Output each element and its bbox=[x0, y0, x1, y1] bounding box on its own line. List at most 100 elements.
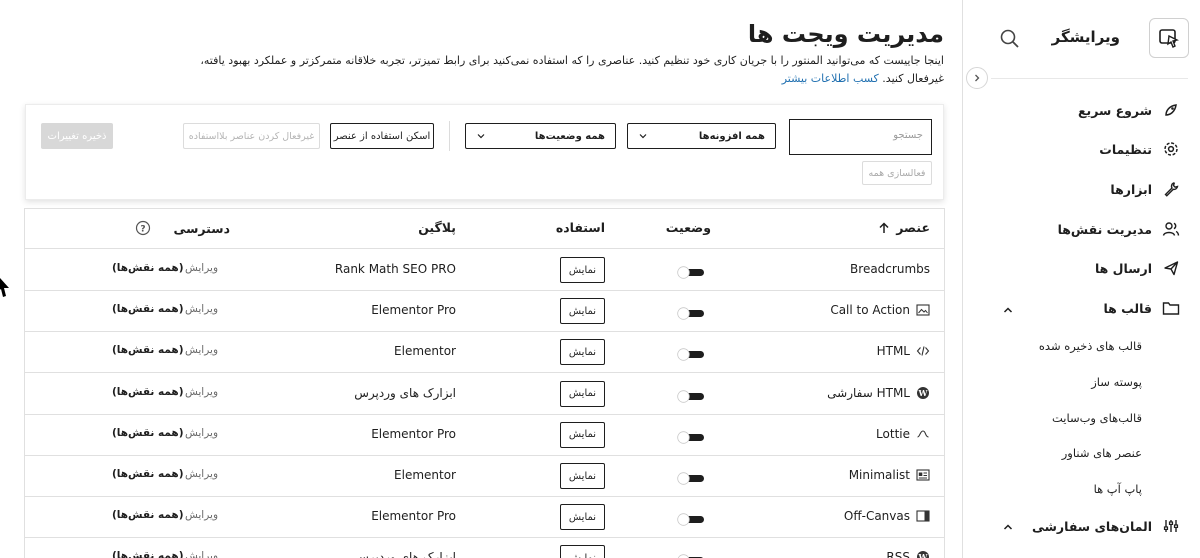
sidebar-subitem-popups[interactable]: پاپ آپ ها bbox=[1094, 482, 1142, 496]
table-row: HTML نمایش Elementor ویرایش (همه نقش‌ها) bbox=[25, 332, 944, 374]
sidebar-item-settings[interactable]: تنظیمات bbox=[1099, 137, 1180, 161]
sidebar-item-custom-elements[interactable]: المان‌های سفارشی bbox=[1032, 514, 1180, 538]
edit-access-link[interactable]: ویرایش bbox=[185, 550, 218, 558]
sidebar-subitem-website-templates[interactable]: قالب‌های وب‌سایت bbox=[1052, 411, 1142, 425]
sidebar-item-templates[interactable]: قالب ها bbox=[1103, 296, 1180, 320]
scan-usage-button[interactable]: اسکن استفاده از عنصر bbox=[330, 123, 434, 149]
sidebar-title: ویرایشگر bbox=[1051, 28, 1120, 46]
bulk-activate-button[interactable]: فعالسازی همه bbox=[862, 161, 932, 185]
element-name: Minimalist bbox=[848, 468, 910, 482]
element-cell: W HTML سفارشی bbox=[827, 386, 930, 400]
table-row: Call to Action نمایش Elementor Pro ویرای… bbox=[25, 291, 944, 333]
element-cell: Off-Canvas bbox=[844, 509, 930, 523]
status-toggle[interactable] bbox=[677, 511, 705, 526]
show-usage-button[interactable]: نمایش bbox=[560, 380, 605, 407]
show-usage-button[interactable]: نمایش bbox=[560, 504, 605, 531]
disable-unused-button[interactable]: غیرفعال کردن عناصر بلااستفاده bbox=[183, 123, 320, 149]
status-toggle[interactable] bbox=[677, 388, 705, 403]
chevron-up-icon[interactable] bbox=[1001, 302, 1015, 316]
plugins-select[interactable]: همه افزونه‌ها bbox=[627, 123, 776, 149]
element-name: Call to Action bbox=[830, 303, 910, 318]
status-toggle[interactable] bbox=[677, 470, 705, 485]
sidebar-subitem-theme-builder[interactable]: پوسته ساز bbox=[1091, 375, 1142, 389]
element-name: Breadcrumbs bbox=[850, 262, 930, 276]
edit-access-link[interactable]: ویرایش bbox=[185, 468, 218, 480]
edit-access-link[interactable]: ویرایش bbox=[185, 427, 218, 439]
folder-icon bbox=[1162, 299, 1180, 317]
element-name: Off-Canvas bbox=[843, 509, 910, 524]
wordpress-icon: W bbox=[916, 386, 930, 400]
status-toggle[interactable] bbox=[677, 429, 705, 444]
sidebar-subitem-floating-elements[interactable]: عنصر های شناور bbox=[1062, 446, 1142, 460]
gear-icon bbox=[1162, 140, 1180, 158]
show-usage-button[interactable]: نمایش bbox=[560, 257, 605, 283]
show-usage-button[interactable]: نمایش bbox=[560, 421, 605, 448]
show-usage-button[interactable]: نمایش bbox=[560, 463, 605, 489]
page-description: اینجا جاییست که می‌توانید المنتور را با … bbox=[184, 52, 944, 88]
code-icon bbox=[916, 344, 930, 358]
access-roles: (همه نقش‌ها) bbox=[112, 550, 184, 558]
search-icon[interactable] bbox=[999, 28, 1021, 50]
access-roles: (همه نقش‌ها) bbox=[112, 468, 184, 480]
mouse-cursor-icon bbox=[0, 278, 10, 300]
status-toggle[interactable] bbox=[677, 346, 705, 362]
access-roles: (همه نقش‌ها) bbox=[112, 385, 184, 398]
plugin-name: Elementor bbox=[394, 344, 456, 359]
table-header: عنصر وضعیت استفاده پلاگین دسترسی ? bbox=[25, 209, 944, 249]
show-usage-button[interactable]: نمایش bbox=[560, 339, 605, 366]
table-row: W RSS نمایش ابزارک های وردپرس ویرایش (همه… bbox=[25, 538, 944, 558]
sidebar-item-label: ابزارها bbox=[1110, 181, 1152, 197]
plugin-name: Elementor Pro bbox=[371, 303, 456, 318]
edit-access-link[interactable]: ویرایش bbox=[185, 509, 218, 521]
sort-arrow-up-icon bbox=[879, 221, 889, 233]
status-toggle[interactable] bbox=[677, 264, 705, 279]
element-cell: Minimalist bbox=[849, 468, 930, 482]
chevron-down-icon bbox=[477, 134, 485, 139]
image-box-icon bbox=[916, 303, 930, 317]
chevron-up-icon[interactable] bbox=[1001, 519, 1015, 533]
learn-more-link[interactable]: کسب اطلاعات بیشتر bbox=[782, 72, 879, 85]
sidebar-divider bbox=[991, 78, 1188, 79]
element-cell: HTML bbox=[877, 344, 930, 358]
wrench-icon bbox=[1162, 180, 1180, 198]
search-input[interactable]: جستجو bbox=[789, 119, 932, 155]
sidebar-item-submissions[interactable]: ارسال ها bbox=[1095, 256, 1180, 280]
sidebar-item-role-manager[interactable]: مدیریت نقش‌ها bbox=[1058, 217, 1180, 241]
element-cell: Call to Action bbox=[830, 303, 930, 317]
sidebar-subitem-saved-templates[interactable]: قالب های ذخیره شده bbox=[1039, 339, 1142, 353]
plugin-name: Elementor Pro bbox=[371, 509, 456, 524]
sidebar-item-label: مدیریت نقش‌ها bbox=[1057, 221, 1152, 237]
plugins-select-value: همه افزونه‌ها bbox=[698, 130, 765, 142]
edit-access-link[interactable]: ویرایش bbox=[185, 344, 218, 356]
sidebar-item-quick-start[interactable]: شروع سریع bbox=[1078, 98, 1180, 122]
column-header-plugin: پلاگین bbox=[418, 220, 456, 235]
sidebar-item-tools[interactable]: ابزارها bbox=[1110, 177, 1180, 201]
send-icon bbox=[1162, 259, 1180, 277]
table-row: Off-Canvas نمایش Elementor Pro ویرایش (ه… bbox=[25, 497, 944, 539]
column-header-element[interactable]: عنصر bbox=[877, 220, 930, 235]
column-label: عنصر bbox=[896, 220, 930, 235]
status-select[interactable]: همه وضعیت‌ها bbox=[465, 123, 616, 149]
edit-access-link[interactable]: ویرایش bbox=[185, 386, 218, 398]
table-row: W HTML سفارشی نمایش ابزارک های وردپرس ویر… bbox=[25, 374, 944, 415]
element-name: HTML سفارشی bbox=[827, 385, 910, 400]
column-header-access: دسترسی ? bbox=[135, 220, 230, 236]
edit-access-link[interactable]: ویرایش bbox=[185, 303, 218, 315]
element-name: RSS bbox=[886, 550, 910, 558]
save-changes-button[interactable]: ذخیره تغییرات bbox=[41, 123, 113, 149]
sidebar-item-label: شروع سریع bbox=[1077, 102, 1152, 118]
admin-sidebar: ویرایشگر شروع سریع تنظیمات ابزارها مدیری… bbox=[962, 0, 1200, 558]
element-cell: Breadcrumbs bbox=[850, 262, 930, 276]
plugin-name: Rank Math SEO PRO bbox=[334, 262, 456, 276]
collapse-sidebar-button[interactable] bbox=[966, 67, 988, 89]
status-toggle[interactable] bbox=[677, 552, 705, 558]
show-usage-button[interactable]: نمایش bbox=[560, 545, 605, 558]
status-select-value: همه وضعیت‌ها bbox=[534, 130, 605, 142]
table-row: Minimalist نمایش Elementor ویرایش (همه ن… bbox=[25, 456, 944, 497]
editor-logo-icon[interactable] bbox=[1149, 18, 1189, 58]
show-usage-button[interactable]: نمایش bbox=[560, 298, 605, 325]
column-header-status: وضعیت bbox=[665, 220, 711, 235]
plugin-name: ابزارک های وردپرس bbox=[354, 550, 456, 558]
status-toggle[interactable] bbox=[677, 305, 705, 320]
edit-access-link[interactable]: ویرایش bbox=[185, 262, 218, 274]
